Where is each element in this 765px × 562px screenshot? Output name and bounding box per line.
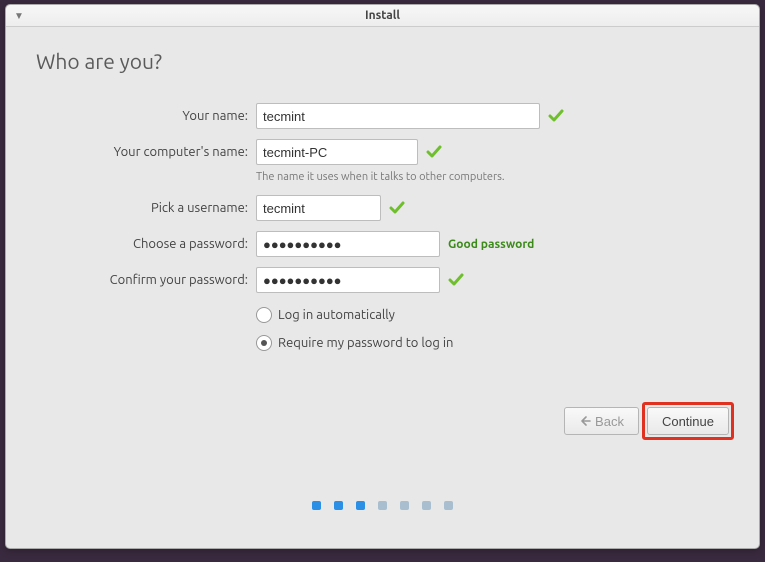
check-icon xyxy=(548,108,564,124)
user-form: Your name: Your computer's name: The nam… xyxy=(36,103,729,351)
install-window: ▼ Install Who are you? Your name: Your c… xyxy=(5,4,760,549)
row-username: Pick a username: xyxy=(36,195,729,221)
progress-dot xyxy=(422,501,431,510)
arrow-left-icon xyxy=(579,415,591,427)
label-password: Choose a password: xyxy=(36,237,256,251)
radio-auto-login[interactable]: Log in automatically xyxy=(256,307,729,323)
label-name: Your name: xyxy=(36,109,256,123)
progress-dots xyxy=(6,501,759,510)
check-icon xyxy=(389,200,405,216)
name-input[interactable] xyxy=(256,103,540,129)
window-menu-caret-icon[interactable]: ▼ xyxy=(14,10,24,22)
continue-button-label: Continue xyxy=(662,414,714,429)
label-confirm: Confirm your password: xyxy=(36,273,256,287)
progress-dot xyxy=(400,501,409,510)
row-name: Your name: xyxy=(36,103,729,129)
back-button[interactable]: Back xyxy=(564,407,639,435)
row-confirm: Confirm your password: xyxy=(36,267,729,293)
content-area: Who are you? Your name: Your computer's … xyxy=(6,27,759,548)
progress-dot xyxy=(334,501,343,510)
radio-require-label: Require my password to log in xyxy=(278,336,453,350)
check-icon xyxy=(448,272,464,288)
computer-helper-text: The name it uses when it talks to other … xyxy=(256,171,729,183)
password-input[interactable] xyxy=(256,231,440,257)
continue-button[interactable]: Continue xyxy=(647,407,729,435)
radio-auto-label: Log in automatically xyxy=(278,308,395,322)
check-icon xyxy=(426,144,442,160)
confirm-password-input[interactable] xyxy=(256,267,440,293)
back-button-label: Back xyxy=(595,414,624,429)
button-bar: Back Continue xyxy=(564,407,729,435)
label-computer: Your computer's name: xyxy=(36,145,256,159)
password-strength-label: Good password xyxy=(448,238,534,251)
titlebar: ▼ Install xyxy=(6,5,759,27)
progress-dot xyxy=(356,501,365,510)
radio-require-password[interactable]: Require my password to log in xyxy=(256,335,729,351)
progress-dot xyxy=(444,501,453,510)
username-input[interactable] xyxy=(256,195,381,221)
row-password: Choose a password: Good password xyxy=(36,231,729,257)
window-title: Install xyxy=(6,9,759,22)
radio-icon xyxy=(256,307,272,323)
progress-dot xyxy=(378,501,387,510)
page-title: Who are you? xyxy=(36,49,729,73)
progress-dot xyxy=(312,501,321,510)
row-computer: Your computer's name: xyxy=(36,139,729,165)
radio-icon xyxy=(256,335,272,351)
computer-name-input[interactable] xyxy=(256,139,418,165)
label-username: Pick a username: xyxy=(36,201,256,215)
